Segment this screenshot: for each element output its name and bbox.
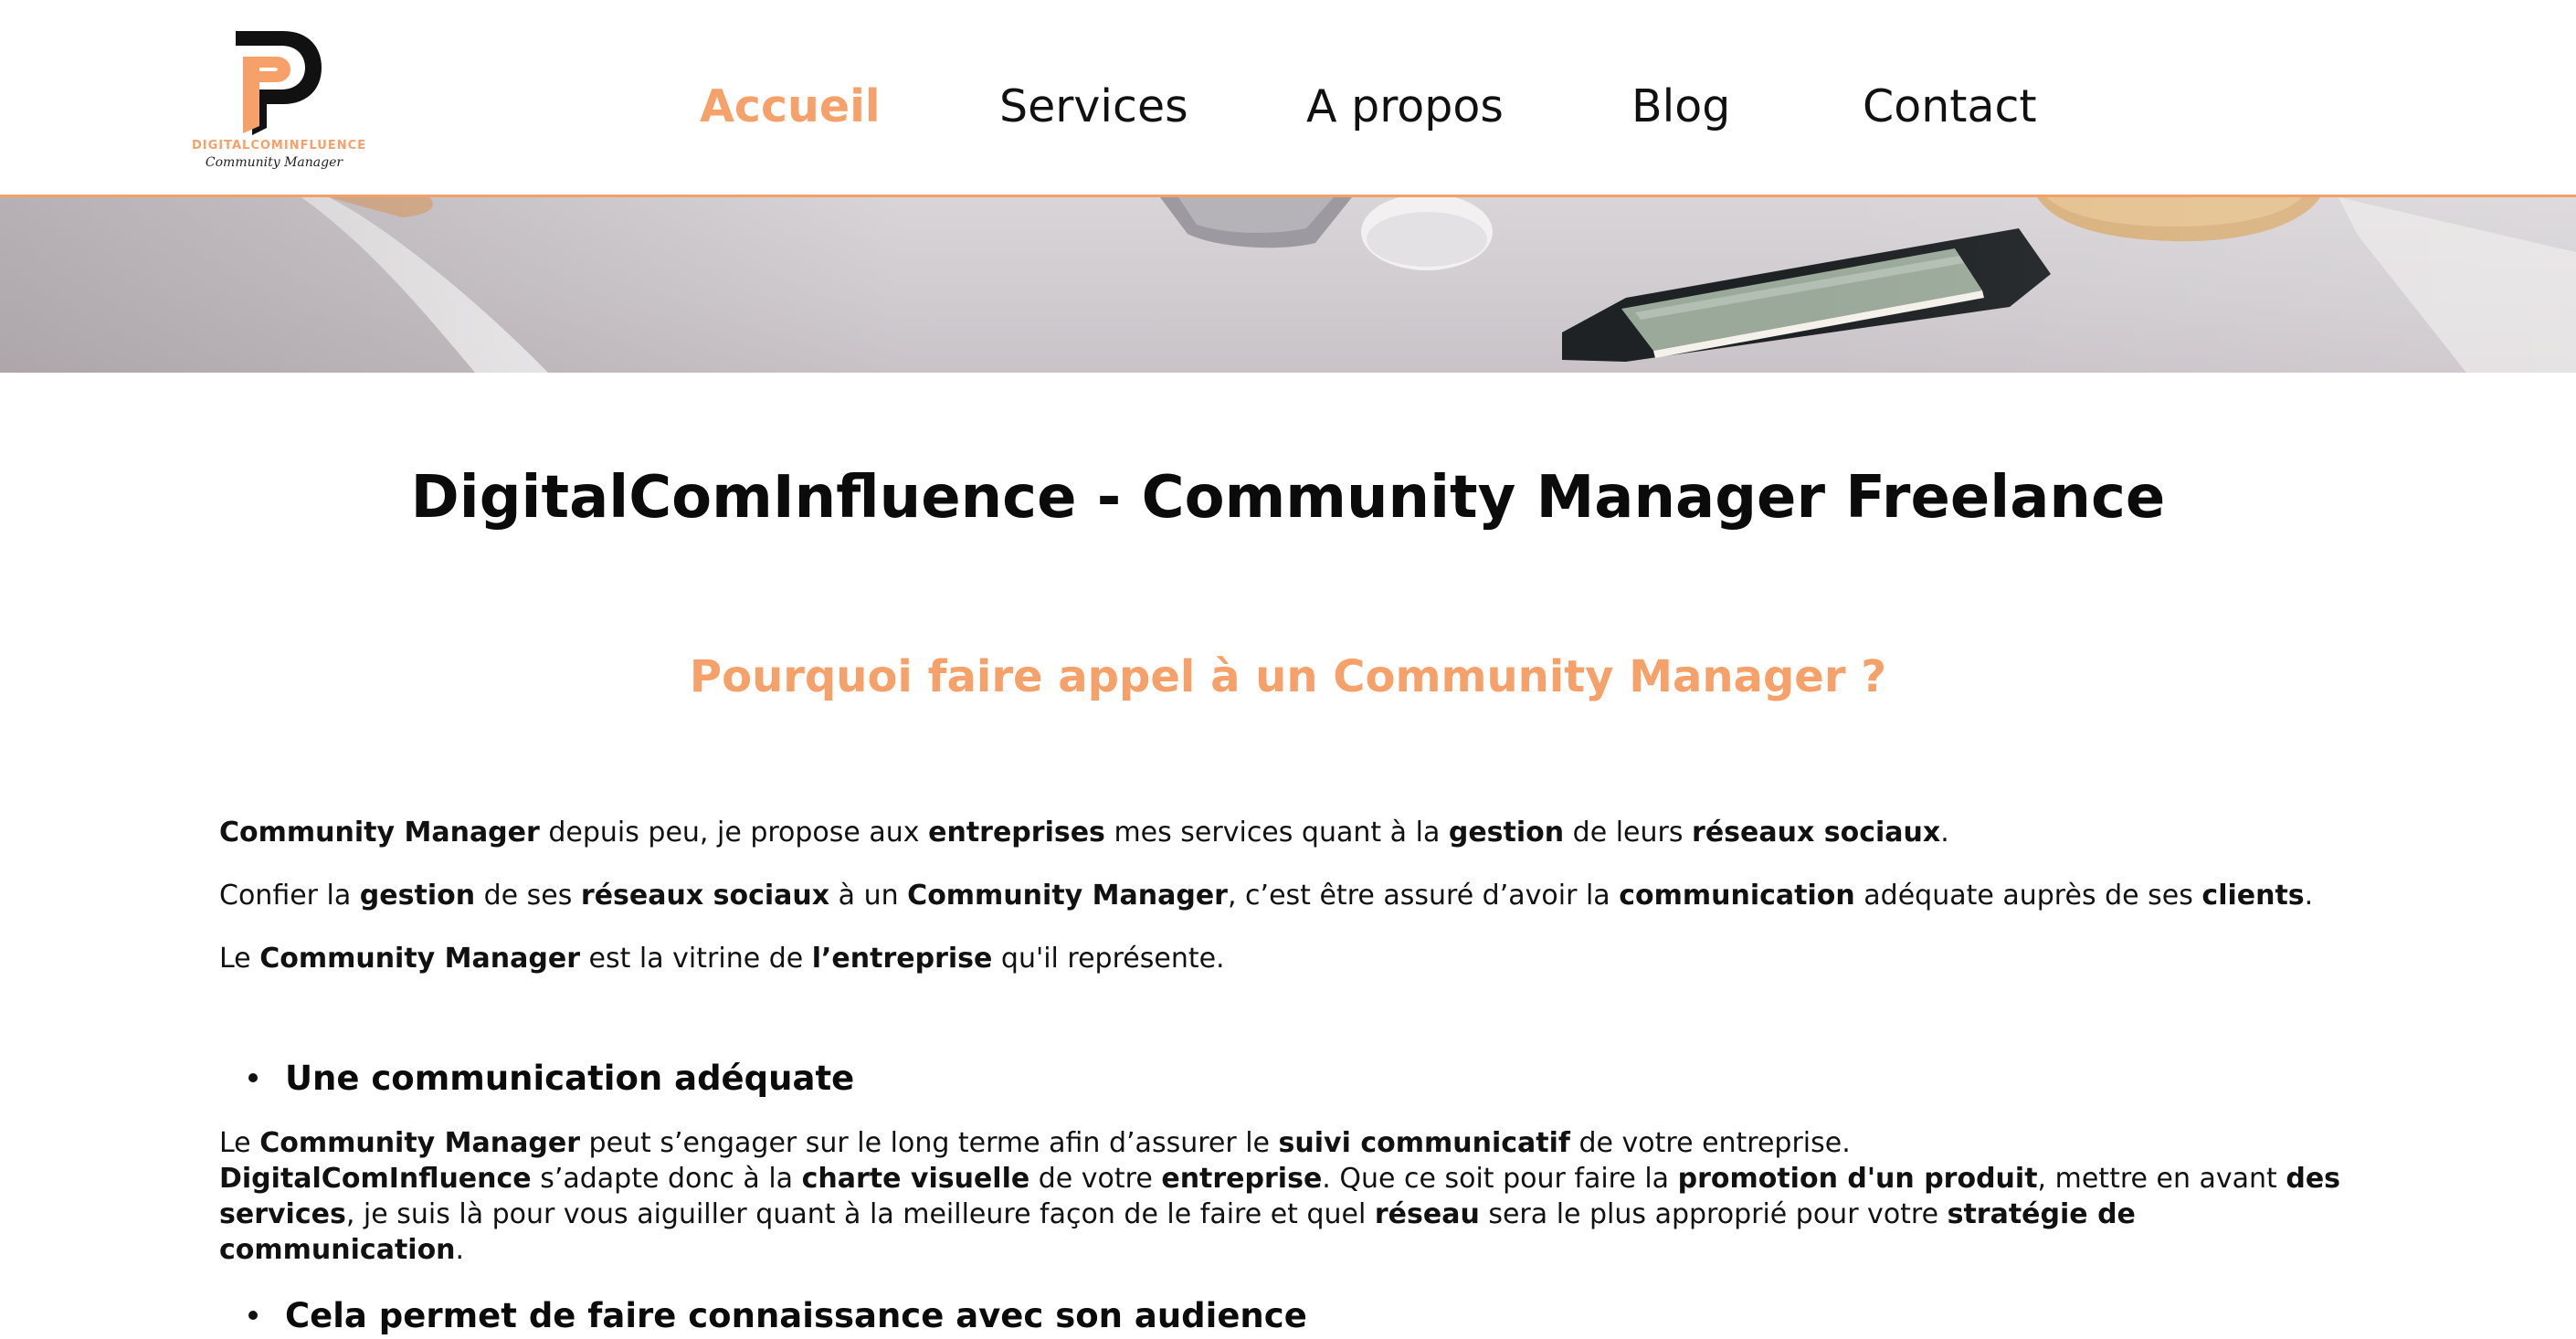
list-item: Cela permet de faire connaissance avec s… bbox=[219, 1293, 1307, 1339]
bold-text: clients bbox=[2201, 880, 2305, 912]
logo-tagline: Community Manager bbox=[205, 155, 343, 170]
nav-item-blog[interactable]: Blog bbox=[1631, 75, 1730, 139]
main-nav: Accueil Services A propos Blog Contact bbox=[0, 75, 2576, 139]
section-heading: Cela permet de faire connaissance avec s… bbox=[285, 1296, 1307, 1335]
text-run: . Que ce soit pour faire la bbox=[1322, 1163, 1678, 1195]
text-run: Confier la bbox=[219, 880, 360, 912]
paragraph-line: communication. bbox=[219, 1232, 2357, 1268]
bold-text: communication bbox=[1619, 880, 1855, 912]
text-run: . bbox=[1940, 817, 1949, 849]
text-run: est la vitrine de bbox=[580, 943, 812, 975]
text-run: s’adapte donc à la bbox=[531, 1163, 802, 1195]
text-run: de ses bbox=[475, 880, 581, 912]
text-run: Le bbox=[219, 943, 260, 975]
paragraph-line: services, je suis là pour vous aiguiller… bbox=[219, 1197, 2357, 1232]
text-run: Le bbox=[219, 1127, 260, 1159]
text-run: de votre entreprise. bbox=[1569, 1127, 1851, 1159]
text-run: , mettre en avant bbox=[2037, 1163, 2286, 1195]
nav-item-accueil[interactable]: Accueil bbox=[700, 75, 881, 139]
text-run: . bbox=[455, 1234, 465, 1266]
bold-text: services bbox=[219, 1198, 346, 1230]
section-subtitle: Pourquoi faire appel à un Community Mana… bbox=[689, 651, 1887, 702]
text-run: de leurs bbox=[1564, 817, 1693, 849]
bold-text: réseaux sociaux bbox=[580, 880, 830, 912]
bold-text: Community Manager bbox=[219, 817, 540, 849]
text-run: depuis peu, je propose aux bbox=[539, 817, 929, 849]
text-run: sera le plus approprié pour votre bbox=[1479, 1198, 1948, 1230]
bold-text: DigitalComInfluence bbox=[219, 1163, 532, 1195]
bold-text: suivi communicatif bbox=[1278, 1127, 1570, 1159]
bold-text: Community Manager bbox=[259, 1127, 580, 1159]
text-run: peut s’engager sur le long terme afin d’… bbox=[580, 1127, 1279, 1159]
bold-text: Community Manager bbox=[907, 880, 1228, 912]
bullet-icon bbox=[248, 1310, 258, 1320]
hero-banner-image bbox=[0, 197, 2576, 373]
paragraph-line: Le Community Manager peut s’engager sur … bbox=[219, 1125, 2357, 1161]
paragraph-line: DigitalComInfluence s’adapte donc à la c… bbox=[219, 1161, 2357, 1197]
page-title: DigitalComInfluence - Community Manager … bbox=[410, 464, 2166, 532]
bold-text: gestion bbox=[1448, 817, 1565, 849]
bold-text: promotion d'un produit bbox=[1677, 1163, 2038, 1195]
nav-item-a-propos[interactable]: A propos bbox=[1306, 75, 1504, 139]
bold-text: l’entreprise bbox=[811, 943, 993, 975]
bold-text: des bbox=[2286, 1163, 2341, 1195]
intro-paragraph-2: Confier la gestion de ses réseaux sociau… bbox=[219, 878, 2313, 913]
logo-brand-text: DIGITALCOMINFLUENCE bbox=[192, 139, 367, 153]
nav-item-services[interactable]: Services bbox=[999, 75, 1188, 139]
site-header: DIGITALCOMINFLUENCE Community Manager Ac… bbox=[0, 0, 2576, 197]
text-run: . bbox=[2304, 880, 2314, 912]
list-item: Une communication adéquate bbox=[219, 1056, 854, 1102]
bold-text: charte visuelle bbox=[801, 1163, 1030, 1195]
hero-overlay bbox=[0, 197, 2576, 373]
bold-text: réseaux sociaux bbox=[1692, 817, 1941, 849]
intro-paragraph-3: Le Community Manager est la vitrine de l… bbox=[219, 941, 1225, 976]
bold-text: entreprise bbox=[1161, 1163, 1323, 1195]
bold-text: Community Manager bbox=[259, 943, 580, 975]
nav-item-contact[interactable]: Contact bbox=[1863, 75, 2037, 139]
text-run: mes services quant à la bbox=[1104, 817, 1449, 849]
text-run: à un bbox=[829, 880, 908, 912]
section-paragraph: Le Community Manager peut s’engager sur … bbox=[219, 1125, 2357, 1268]
text-run: , c’est être assuré d’avoir la bbox=[1227, 880, 1620, 912]
text-run: qu'il représente. bbox=[992, 943, 1225, 975]
bold-text: entreprises bbox=[928, 817, 1105, 849]
bold-text: réseau bbox=[1374, 1198, 1480, 1230]
bold-text: communication bbox=[219, 1234, 456, 1266]
bold-text: stratégie de bbox=[1947, 1198, 2136, 1230]
bullet-icon bbox=[248, 1072, 258, 1082]
bold-text: gestion bbox=[359, 880, 476, 912]
text-run: adéquate auprès de ses bbox=[1854, 880, 2202, 912]
intro-paragraph-1: Community Manager depuis peu, je propose… bbox=[219, 815, 1949, 850]
text-run: de votre bbox=[1029, 1163, 1162, 1195]
text-run: , je suis là pour vous aiguiller quant à… bbox=[345, 1198, 1375, 1230]
section-heading: Une communication adéquate bbox=[285, 1059, 855, 1098]
